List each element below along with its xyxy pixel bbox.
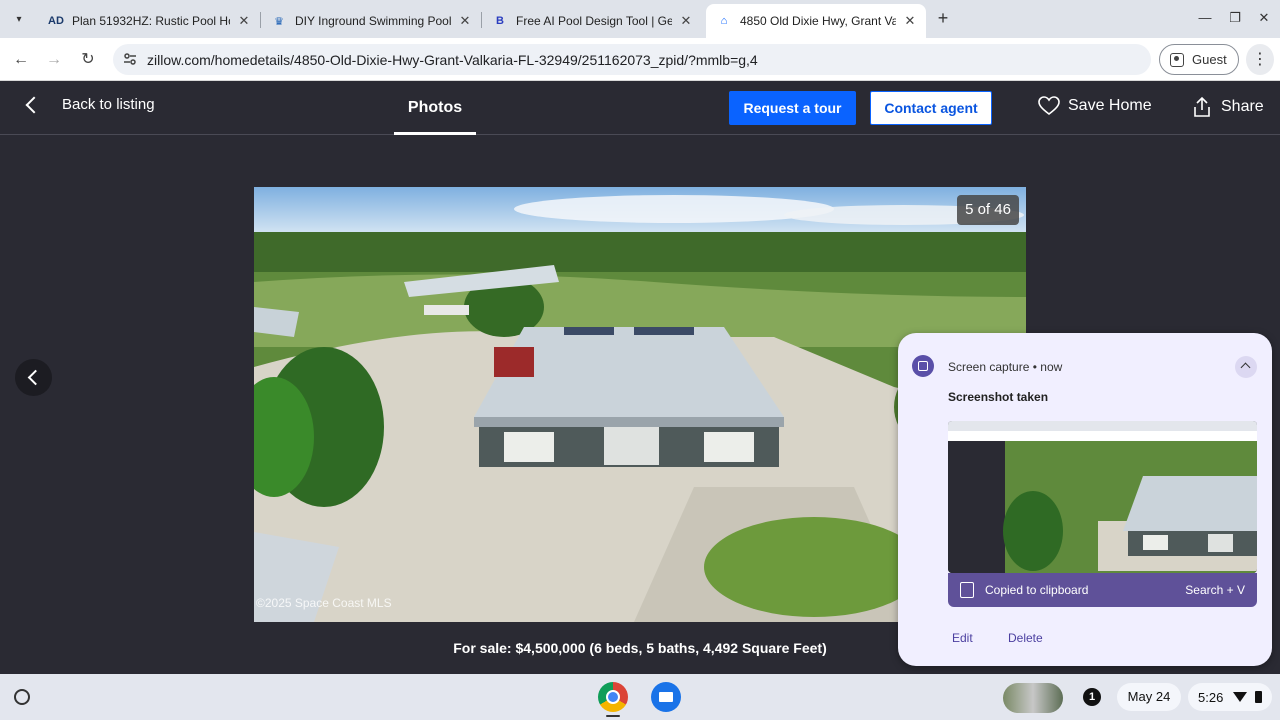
tab-title: 4850 Old Dixie Hwy, Grant Valk [740, 14, 896, 28]
profile-icon [1170, 52, 1184, 67]
notification-count-badge[interactable]: 1 [1083, 688, 1101, 706]
site-settings-icon[interactable] [123, 52, 137, 66]
clock: 5:26 [1198, 689, 1224, 705]
edit-button[interactable]: Edit [952, 631, 973, 645]
save-home-label: Save Home [1068, 97, 1152, 114]
close-tab-icon[interactable]: ✕ [236, 13, 252, 29]
chevron-left-icon [25, 96, 43, 113]
browser-toolbar: ← → ↻ zillow.com/homedetails/4850-Old-Di… [0, 38, 1280, 81]
share-button[interactable]: Share [1191, 96, 1264, 118]
tab-1[interactable]: AD Plan 51932HZ: Rustic Pool Ho ✕ [38, 4, 260, 38]
notification-source: Screen capture • now [948, 360, 1062, 374]
new-tab-plus-icon[interactable]: + [933, 8, 953, 28]
holding-space-thumbnail[interactable] [1003, 683, 1063, 713]
copied-to-clipboard-bar[interactable]: Copied to clipboard Search + V [948, 573, 1257, 607]
save-home-button[interactable]: Save Home [1038, 96, 1152, 116]
collapse-notification-icon[interactable] [1235, 356, 1257, 378]
launcher-icon[interactable] [14, 689, 30, 705]
address-bar[interactable]: zillow.com/homedetails/4850-Old-Dixie-Hw… [113, 44, 1151, 75]
tab-search-chevron-icon[interactable]: ▾ [8, 8, 30, 30]
close-window-icon[interactable]: ✕ [1254, 8, 1274, 28]
close-tab-icon[interactable]: ✕ [678, 13, 694, 29]
previous-photo-button[interactable] [15, 359, 52, 396]
contact-agent-button[interactable]: Contact agent [870, 91, 992, 125]
tab-3[interactable]: B Free AI Pool Design Tool | Gene ✕ [482, 4, 702, 38]
tab-title: Plan 51932HZ: Rustic Pool Ho [72, 14, 230, 28]
reload-icon[interactable]: ↻ [76, 48, 100, 72]
b-favicon-icon: B [496, 15, 504, 27]
back-to-listing-button[interactable]: Back to listing [22, 96, 155, 113]
crown-favicon-icon: ♛ [274, 15, 284, 28]
forward-arrow-icon[interactable]: → [42, 48, 66, 72]
search-hint: Search + V [1185, 583, 1245, 597]
photo-credit: ©2025 Space Coast MLS [256, 596, 392, 610]
profile-label: Guest [1192, 52, 1227, 67]
shelf: 1 May 24 5:26 [0, 674, 1280, 720]
screen-capture-notification[interactable]: Screen capture • now Screenshot taken Co… [898, 333, 1272, 666]
notification-time: now [1040, 360, 1063, 374]
ad-favicon-icon: AD [48, 15, 64, 27]
clipboard-text: Copied to clipboard [985, 583, 1089, 597]
tab-photos[interactable]: Photos [394, 81, 476, 135]
tab-title: DIY Inground Swimming Pool K [295, 14, 451, 28]
close-tab-icon[interactable]: ✕ [902, 13, 918, 29]
notification-app-name: Screen capture [948, 360, 1030, 374]
chrome-app-icon[interactable] [598, 682, 628, 712]
tab-title: Free AI Pool Design Tool | Gene [516, 14, 672, 28]
date-tray[interactable]: May 24 [1117, 683, 1181, 711]
more-menu-icon[interactable]: ⋮ [1246, 44, 1274, 75]
status-tray[interactable]: 5:26 [1188, 683, 1272, 711]
notification-title: Screenshot taken [948, 390, 1049, 404]
guest-profile-button[interactable]: Guest [1159, 44, 1239, 75]
url-text: zillow.com/homedetails/4850-Old-Dixie-Hw… [147, 52, 758, 68]
running-indicator [606, 715, 620, 717]
battery-icon [1255, 691, 1263, 703]
files-app-icon[interactable] [651, 682, 681, 712]
share-label: Share [1221, 98, 1264, 115]
back-to-listing-label: Back to listing [62, 96, 155, 113]
lightbox-header: Back to listing Photos Request a tour Co… [0, 81, 1280, 135]
delete-button[interactable]: Delete [1008, 631, 1043, 645]
share-icon [1194, 96, 1210, 117]
tab-active-zillow[interactable]: ⌂ 4850 Old Dixie Hwy, Grant Valk ✕ [706, 4, 926, 38]
heart-icon [1038, 96, 1060, 116]
tab-2[interactable]: ♛ DIY Inground Swimming Pool K ✕ [261, 4, 481, 38]
restore-icon[interactable]: ❐ [1225, 8, 1245, 28]
close-tab-icon[interactable]: ✕ [457, 13, 473, 29]
screen-capture-icon [912, 355, 934, 377]
zillow-favicon-icon: ⌂ [720, 15, 728, 27]
tab-strip: ▾ AD Plan 51932HZ: Rustic Pool Ho ✕ ♛ DI… [0, 0, 1280, 38]
photo-counter: 5 of 46 [957, 195, 1019, 225]
clipboard-icon [960, 582, 974, 598]
minimize-icon[interactable]: — [1195, 8, 1215, 28]
screenshot-preview-image [948, 421, 1257, 573]
back-arrow-icon[interactable]: ← [9, 48, 33, 72]
screenshot-thumbnail[interactable] [948, 421, 1257, 573]
wifi-icon [1233, 692, 1248, 702]
request-tour-button[interactable]: Request a tour [729, 91, 856, 125]
